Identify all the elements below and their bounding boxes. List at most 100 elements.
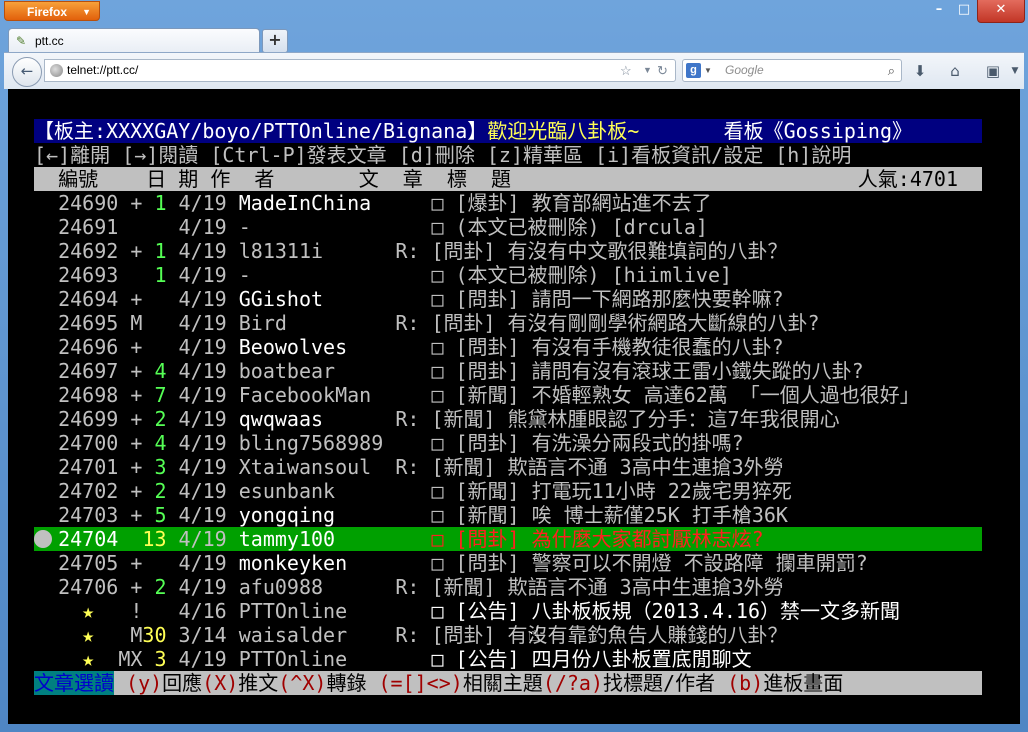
favicon-icon: ✎: [16, 34, 27, 48]
reply-marker: [395, 263, 431, 287]
bookmark-star-icon[interactable]: ☆: [620, 60, 632, 81]
article-row[interactable]: 24701 + 3 4/19 Xtaiwansoul R: [新聞] 欺語言不通…: [34, 455, 982, 479]
article-row[interactable]: 24705 + 4/19 monkeyken □ [問卦] 警察可以不開燈 不設…: [34, 551, 982, 575]
article-row[interactable]: ★ ! 4/16 PTTOnline □ [公告] 八卦板板規（2013.4.1…: [34, 599, 982, 623]
article-number: 24695: [58, 311, 119, 335]
article-date: 4/19: [178, 191, 227, 215]
article-author: Beowolves: [238, 335, 396, 359]
dropdown-icon[interactable]: ▼: [643, 60, 652, 81]
article-number: 24691: [58, 215, 119, 239]
article-row[interactable]: 24706 + 2 4/19 afu0988 R: [新聞] 欺語言不通 3高中…: [34, 575, 982, 599]
article-title: □ [新聞] 唉 博士薪僅25K 打手槍36K: [431, 503, 788, 527]
url-text: telnet://ptt.cc/: [67, 63, 139, 77]
article-row[interactable]: ★ M30 3/14 waisalder R: [問卦] 有沒有靠釣魚告人賺錢的…: [34, 623, 982, 647]
new-tab-button[interactable]: +: [262, 29, 288, 53]
push-count: [142, 335, 166, 359]
download-icon[interactable]: ⬇: [909, 61, 931, 81]
welcome-text: 歡迎光臨八卦板~: [487, 119, 640, 143]
article-row[interactable]: 24690 + 1 4/19 MadeInChina □ [爆卦] 教育部網站進…: [34, 191, 982, 215]
telnet-terminal[interactable]: 【板主:XXXXGAY/boyo/PTTOnline/Bignana】歡迎光臨八…: [8, 89, 1020, 724]
push-count: 7: [142, 383, 167, 407]
push-count: 2: [142, 575, 167, 599]
article-row[interactable]: 24702 + 2 4/19 esunbank □ [新聞] 打電玩11小時 2…: [34, 479, 982, 503]
addon-dropdown-icon[interactable]: ▼: [1004, 61, 1026, 81]
footer-key: (b): [727, 671, 764, 695]
reply-marker: [395, 383, 431, 407]
reply-marker: R:: [395, 239, 432, 263]
push-count: 2: [142, 407, 167, 431]
article-number: 24701: [58, 455, 119, 479]
reload-icon[interactable]: ↻: [657, 60, 668, 81]
article-mark: +: [118, 287, 143, 311]
article-row[interactable]: 24692 + 1 4/19 l81311i R: [問卦] 有沒有中文歌很難填…: [34, 239, 982, 263]
article-row[interactable]: 24699 + 2 4/19 qwqwaas R: [新聞] 熊黛林腫眼認了分手…: [34, 407, 982, 431]
article-title: □ (本文已被刪除) [hiimlive]: [431, 263, 733, 287]
article-mark: +: [118, 479, 143, 503]
search-placeholder: Google: [725, 63, 764, 77]
article-mark: +: [118, 551, 143, 575]
article-author: yongqing: [238, 503, 396, 527]
article-author: -: [238, 263, 396, 287]
article-mark: [118, 215, 142, 239]
reply-marker: [395, 335, 431, 359]
article-title: [問卦] 有沒有靠釣魚告人賺錢的八卦？: [431, 623, 788, 647]
back-button[interactable]: ←: [12, 57, 42, 87]
article-title: □ [問卦] 有洗澡分兩段式的掛嗎?: [431, 431, 744, 455]
addon-icon[interactable]: ▣: [982, 61, 1004, 81]
home-icon[interactable]: ⌂: [944, 61, 966, 81]
article-row[interactable]: 24695 M 4/19 Bird R: [問卦] 有沒有剛剛學術網路大斷線的八…: [34, 311, 982, 335]
article-title: [問卦] 有沒有中文歌很難填詞的八卦？: [431, 239, 788, 263]
article-mark: MX: [118, 647, 143, 671]
reply-marker: [395, 527, 431, 551]
footer-action: 相關主題: [462, 671, 543, 695]
article-row[interactable]: 24704 13 4/19 tammy100 □ [問卦] 為什麼大家都討厭林志…: [34, 527, 982, 551]
article-title: □ [公告] 四月份八卦板置底閒聊文: [431, 647, 752, 671]
reply-marker: R:: [395, 455, 432, 479]
article-row[interactable]: 24703 + 5 4/19 yongqing □ [新聞] 唉 博士薪僅25K…: [34, 503, 982, 527]
article-date: 4/19: [178, 647, 227, 671]
article-mark: +: [118, 191, 143, 215]
search-icon[interactable]: ⌕: [888, 60, 895, 81]
reply-marker: [395, 287, 431, 311]
article-row[interactable]: 24691 4/19 - □ (本文已被刪除) [drcula]: [34, 215, 982, 239]
footer-key: (^X): [278, 671, 327, 695]
help-line: [←]離開 [→]閱讀 [Ctrl-P]發表文章 [d]刪除 [z]精華區 [i…: [34, 143, 852, 167]
push-count: [142, 215, 166, 239]
article-title: □ [問卦] 有沒有手機教徒很蠢的八卦?: [431, 335, 784, 359]
article-author: -: [238, 215, 396, 239]
article-date: 4/19: [178, 503, 227, 527]
reply-marker: R:: [395, 623, 432, 647]
article-number: 24692: [58, 239, 119, 263]
search-box[interactable]: g ▼ Google ⌕: [682, 59, 902, 82]
article-row[interactable]: ★ MX 3 4/19 PTTOnline □ [公告] 四月份八卦板置底閒聊文: [34, 647, 982, 671]
minimize-button[interactable]: –: [927, 0, 951, 22]
tab-ptt[interactable]: ✎ ptt.cc: [8, 28, 260, 52]
article-number: 24696: [58, 335, 119, 359]
push-count: 4: [142, 431, 167, 455]
article-row[interactable]: 24697 + 4 4/19 boatbear □ [問卦] 請問有沒有滾球王雷…: [34, 359, 982, 383]
maximize-button[interactable]: □: [952, 0, 976, 22]
row-indent: [34, 455, 58, 479]
article-number: 24698: [58, 383, 119, 407]
article-date: 4/19: [178, 215, 227, 239]
push-count: [142, 599, 166, 623]
firefox-menu-button[interactable]: Firefox ▼: [4, 1, 100, 21]
search-engine-dropdown-icon[interactable]: ▼: [704, 60, 712, 81]
close-button[interactable]: ✕: [977, 0, 1025, 23]
push-count: [142, 311, 166, 335]
article-row[interactable]: 24693 1 4/19 - □ (本文已被刪除) [hiimlive]: [34, 263, 982, 287]
article-row[interactable]: 24700 + 4 4/19 bling7568989 □ [問卦] 有洗澡分兩…: [34, 431, 982, 455]
article-row[interactable]: 24698 + 7 4/19 FacebookMan □ [新聞] 不婚輕熟女 …: [34, 383, 982, 407]
reply-marker: [395, 503, 431, 527]
article-row[interactable]: 24696 + 4/19 Beowolves □ [問卦] 有沒有手機教徒很蠢的…: [34, 335, 982, 359]
url-bar[interactable]: telnet://ptt.cc/ ☆ ▼ ↻: [44, 59, 676, 82]
article-title: □ [問卦] 請問一下網路那麼快要幹嘛?: [431, 287, 784, 311]
article-row[interactable]: 24694 + 4/19 GGishot □ [問卦] 請問一下網路那麼快要幹嘛…: [34, 287, 982, 311]
